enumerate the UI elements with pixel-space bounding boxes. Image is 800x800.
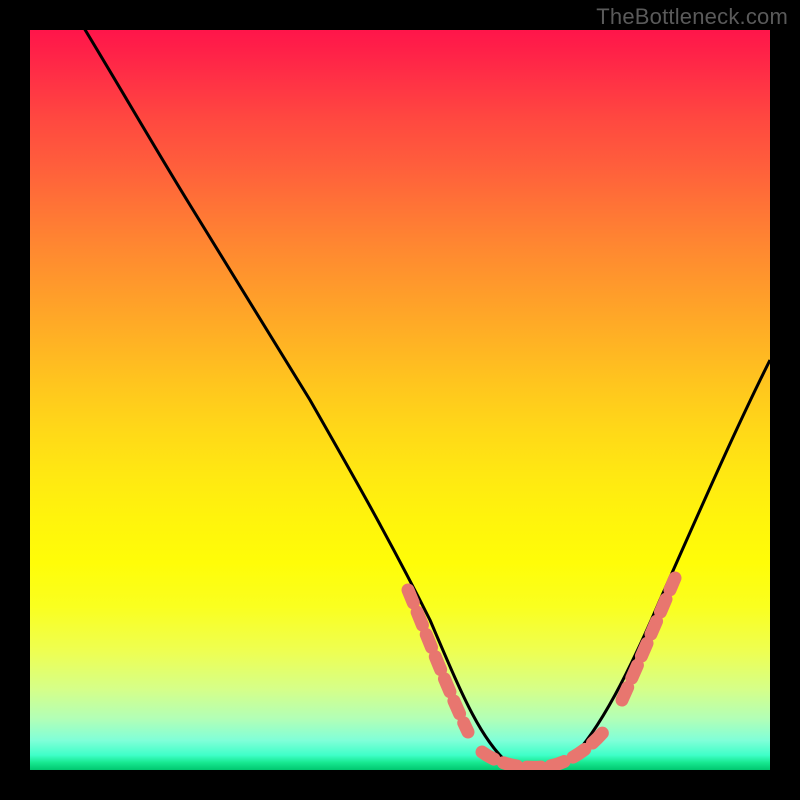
marker-band-left <box>408 590 468 732</box>
marker-band-right <box>622 578 675 700</box>
chart-container: TheBottleneck.com <box>0 0 800 800</box>
plot-area <box>30 30 770 770</box>
marker-band-bottom <box>482 730 605 767</box>
bottleneck-curve-line <box>70 30 770 768</box>
watermark-text: TheBottleneck.com <box>596 4 788 30</box>
chart-svg <box>30 30 770 770</box>
